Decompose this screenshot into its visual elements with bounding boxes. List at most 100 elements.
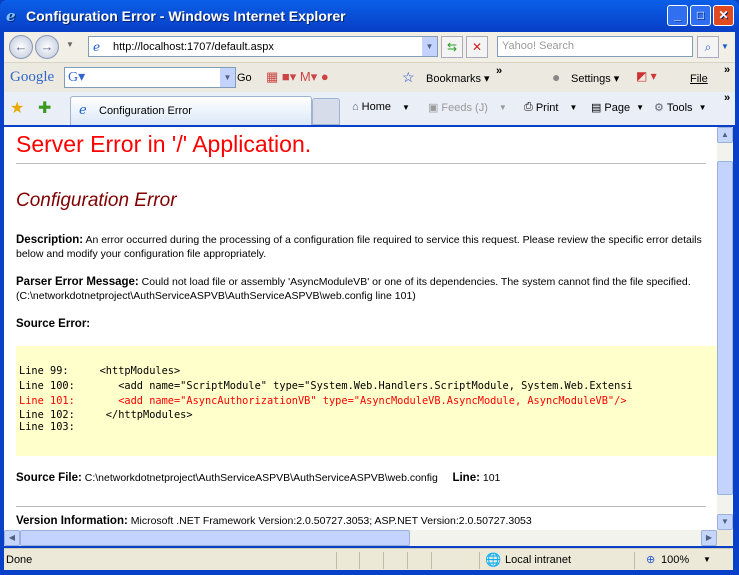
security-zone: Local intranet: [505, 554, 572, 566]
source-file-path: C:\networkdotnetproject\AuthServiceASPVB…: [84, 472, 438, 484]
description-label: Description:: [16, 234, 84, 246]
code-line: Line 99: <httpModules>: [19, 364, 717, 379]
globe-icon: 🌐: [485, 552, 502, 567]
scroll-down-button[interactable]: ▼: [717, 514, 733, 530]
version-text: Microsoft .NET Framework Version:2.0.507…: [130, 515, 532, 527]
print-button[interactable]: ⎙ Print ▼: [524, 101, 577, 114]
page-menu[interactable]: ▤ Page ▼: [591, 101, 644, 115]
zoom-icon: ⊕: [646, 554, 656, 566]
line-text: <add name="ScriptModule" type="System.We…: [74, 380, 633, 392]
google-dropdown-icon[interactable]: ▼: [220, 68, 235, 87]
home-button[interactable]: ⌂ Home ▼: [352, 101, 410, 113]
url-input[interactable]: http://localhost:1707/default.aspx: [113, 41, 274, 53]
address-toolbar: ← → ▼ e http://localhost:1707/default.as…: [4, 32, 735, 62]
divider: [16, 506, 706, 507]
google-search-input[interactable]: G▾ ▼: [64, 67, 236, 88]
google-toolbar: Google G▾ ▼ Go ▦ ■▾ M▾ ● ☆ Bookmarks ▾ » …: [4, 62, 735, 92]
code-line: Line 103:: [19, 421, 717, 433]
zoom-level[interactable]: 100%: [661, 554, 689, 566]
horizontal-scrollbar[interactable]: ◀ ▶: [4, 530, 717, 546]
description-text: An error occurred during the processing …: [16, 234, 702, 260]
line-text: <add name="AsyncAuthorizationVB" type="A…: [74, 395, 627, 407]
vertical-scrollbar[interactable]: ▲ ▼: [717, 127, 733, 530]
search-input[interactable]: Yahoo! Search: [497, 36, 693, 57]
horizontal-scroll-thumb[interactable]: [20, 530, 410, 546]
description: Description: An error occurred during th…: [16, 233, 706, 261]
parser-error: Parser Error Message: Could not load fil…: [16, 275, 706, 303]
pdf-icon[interactable]: ◩ ▾: [636, 69, 657, 83]
version-info: Version Information: Microsoft .NET Fram…: [16, 514, 706, 528]
minimize-button[interactable]: _: [667, 5, 688, 26]
feeds-icon: ▣: [428, 102, 439, 114]
settings-menu[interactable]: Settings ▾: [571, 72, 619, 86]
more-chevron-icon[interactable]: »: [496, 65, 502, 77]
forward-button[interactable]: →: [35, 35, 59, 59]
title-bar: e Configuration Error - Windows Internet…: [0, 0, 739, 32]
line-number: Line 100:: [19, 380, 75, 392]
address-dropdown-icon[interactable]: ▼: [422, 37, 437, 56]
line-number: Line 103:: [19, 421, 75, 433]
google-logo: Google: [10, 69, 55, 85]
toolbar-app-icons[interactable]: ▦ ■▾ M▾ ●: [266, 69, 329, 85]
status-bar: Done 🌐 Local intranet ⊕ 100% ▼: [4, 548, 733, 570]
address-bar[interactable]: e http://localhost:1707/default.aspx ▼: [88, 36, 438, 57]
tab-configuration-error[interactable]: e Configuration Error: [70, 96, 312, 125]
page-label: Page: [604, 101, 631, 114]
overflow-chevron-icon[interactable]: »: [724, 64, 730, 76]
divider: [16, 163, 706, 164]
scroll-corner: [717, 530, 733, 546]
gear-icon: ⚙: [654, 102, 664, 114]
line-text: <httpModules>: [68, 365, 181, 377]
line-number: Line 102:: [19, 409, 75, 421]
file-menu[interactable]: File: [690, 73, 708, 85]
browser-window: e Configuration Error - Windows Internet…: [0, 0, 739, 575]
feeds-button[interactable]: ▣ Feeds (J) ▼: [428, 101, 507, 115]
line-text: </httpModules>: [74, 409, 193, 421]
settings-label: Settings: [571, 72, 611, 85]
favorites-star-icon[interactable]: ★: [10, 98, 24, 118]
zoom-dropdown-icon[interactable]: ▼: [703, 555, 711, 564]
new-tab-button[interactable]: [312, 98, 340, 125]
window-title: Configuration Error - Windows Internet E…: [26, 8, 346, 24]
scroll-left-button[interactable]: ◀: [4, 530, 20, 546]
tools-label: Tools: [666, 101, 693, 114]
source-file: Source File: C:\networkdotnetproject\Aut…: [16, 471, 706, 485]
page-heading: Server Error in '/' Application.: [16, 131, 312, 157]
stop-button[interactable]: ✕: [466, 36, 488, 58]
code-line-error: Line 101: <add name="AsyncAuthorizationV…: [19, 394, 717, 409]
tab-ie-icon: e: [79, 103, 87, 118]
status-text: Done: [6, 554, 33, 566]
settings-icon: ●: [552, 69, 561, 85]
page-icon: ▤: [591, 102, 602, 114]
print-label: Print: [535, 101, 559, 114]
source-error-label: Source Error:: [16, 317, 706, 331]
search-options-icon[interactable]: ▼: [721, 42, 729, 51]
home-label: Home: [361, 101, 391, 113]
scroll-right-button[interactable]: ▶: [701, 530, 717, 546]
refresh-button[interactable]: ⇆: [441, 36, 463, 58]
vertical-scroll-thumb[interactable]: [717, 161, 733, 495]
close-button[interactable]: ✕: [713, 5, 734, 26]
tab-label: Configuration Error: [99, 105, 192, 117]
scroll-up-button[interactable]: ▲: [717, 127, 733, 143]
line-value: 101: [482, 472, 501, 484]
bookmarks-menu[interactable]: Bookmarks ▾: [426, 72, 490, 86]
tools-menu[interactable]: ⚙ Tools ▼: [654, 101, 706, 115]
line-number: Line 101:: [19, 395, 75, 407]
back-button[interactable]: ←: [9, 35, 33, 59]
source-file-label: Source File:: [16, 472, 82, 484]
line-number: Line 99:: [19, 365, 69, 377]
maximize-button[interactable]: □: [690, 5, 711, 26]
bookmarks-label: Bookmarks: [426, 72, 482, 85]
ie-icon: e: [6, 7, 16, 25]
page-content: Server Error in '/' Application. Configu…: [4, 127, 717, 530]
history-dropdown-icon[interactable]: ▼: [66, 40, 74, 49]
search-icon[interactable]: ⌕: [697, 36, 719, 58]
tab-row: ★ ✚ e Configuration Error ⌂ Home ▼ ▣ Feeds …: [4, 92, 735, 125]
source-error-heading: Source Error:: [16, 318, 91, 330]
command-overflow-icon[interactable]: »: [724, 92, 730, 104]
add-favorite-icon[interactable]: ✚: [38, 98, 51, 118]
bookmarks-star-icon: ☆: [402, 69, 415, 85]
go-button[interactable]: Go: [237, 72, 252, 84]
print-icon: ⎙: [524, 101, 533, 113]
